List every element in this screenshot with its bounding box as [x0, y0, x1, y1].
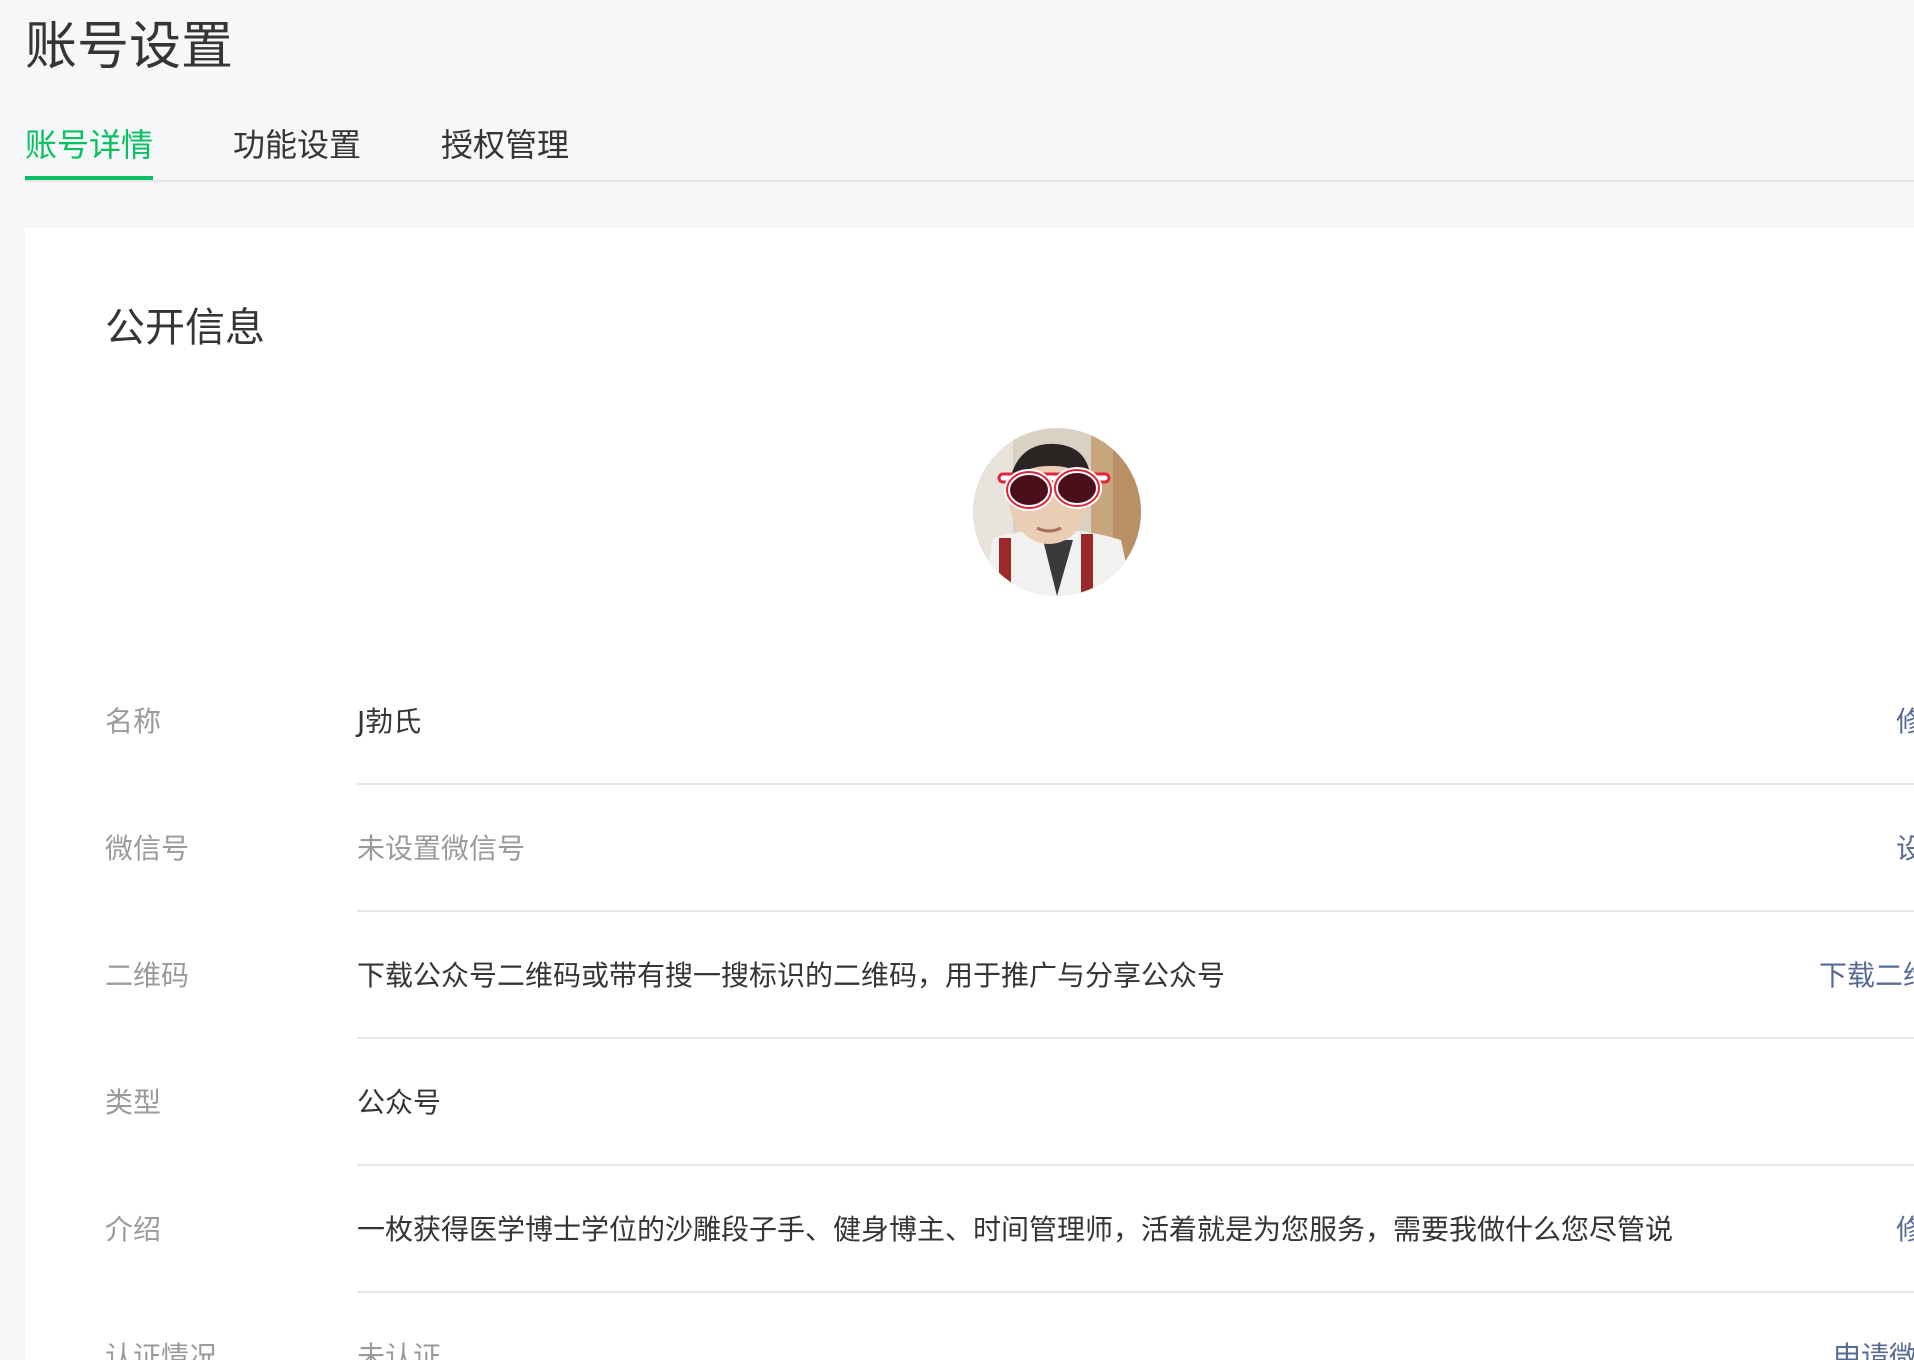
row-label: 微信号	[105, 832, 190, 865]
row-value: 未设置微信号	[357, 832, 526, 865]
row-label: 认证情况	[105, 1340, 218, 1360]
row-label: 名称	[105, 705, 162, 738]
row-value: 下载公众号二维码或带有搜一搜标识的二维码，用于推广与分享公众号	[357, 959, 1226, 992]
tab-feature-settings[interactable]: 功能设置	[233, 118, 361, 178]
info-row-intro: 介绍 一枚获得医学博士学位的沙雕段子手、健身博主、时间管理师，活着就是为您服务，…	[25, 1166, 1914, 1293]
info-row-name: 名称 J勃氏 修改	[25, 658, 1914, 785]
tab-account-details[interactable]: 账号详情	[25, 118, 154, 180]
edit-name-link[interactable]: 修改	[1896, 658, 1914, 785]
row-label: 类型	[105, 1086, 162, 1119]
info-row-verification: 认证情况 未认证 申请微信认证	[25, 1293, 1914, 1360]
row-label: 介绍	[105, 1213, 162, 1246]
info-row-wechat-id: 微信号 未设置微信号 设置	[25, 785, 1914, 912]
tab-authorization-management[interactable]: 授权管理	[441, 118, 569, 178]
row-value: 未认证	[357, 1340, 442, 1360]
public-info-card: 公开信息 名称 J勃氏 修改 微信号 未设置微信号 设	[25, 228, 1914, 1360]
info-row-qrcode: 二维码 下载公众号二维码或带有搜一搜标识的二维码，用于推广与分享公众号 下载二维…	[25, 912, 1914, 1039]
row-label: 二维码	[105, 959, 190, 992]
info-row-type: 类型 公众号	[25, 1039, 1914, 1166]
row-value: 一枚获得医学博士学位的沙雕段子手、健身博主、时间管理师，活着就是为您服务，需要我…	[357, 1213, 1674, 1246]
set-wechat-id-link[interactable]: 设置	[1896, 785, 1914, 912]
row-value: 公众号	[357, 1086, 442, 1119]
avatar[interactable]	[973, 428, 1141, 596]
row-value: J勃氏	[357, 705, 422, 738]
apply-verification-link[interactable]: 申请微信认证	[1833, 1293, 1914, 1360]
tab-bar: 账号详情 功能设置 授权管理	[25, 118, 1914, 182]
avatar-photo	[973, 428, 1141, 596]
edit-intro-link[interactable]: 修改	[1896, 1166, 1914, 1293]
page-title: 账号设置	[25, 17, 234, 77]
download-qrcode-link[interactable]: 下载二维码	[1819, 912, 1914, 1039]
